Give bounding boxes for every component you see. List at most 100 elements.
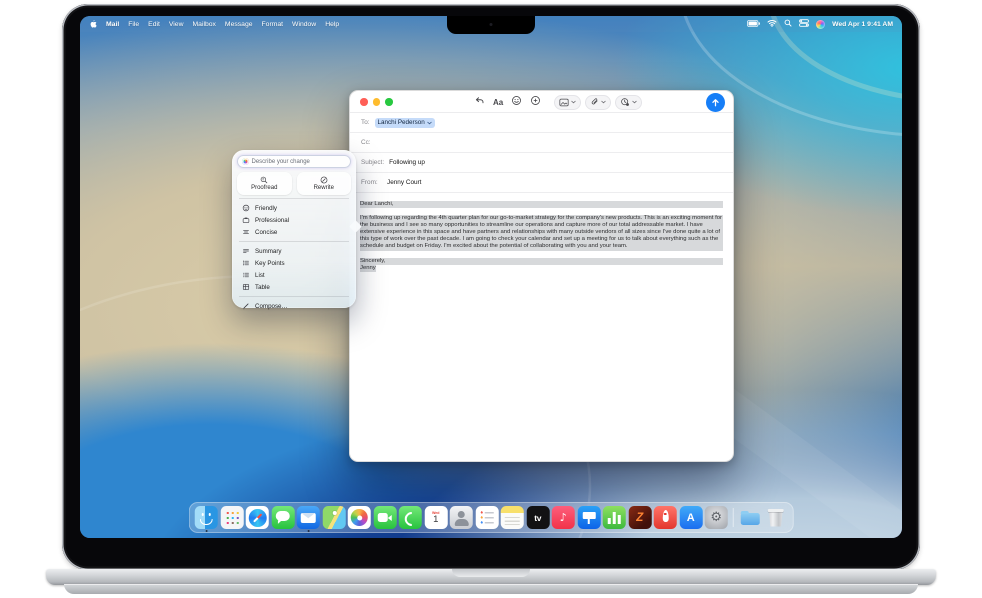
dock-icon-settings[interactable]: ⚙ [705,506,728,529]
menu-item-mail[interactable]: Mail [106,21,119,28]
writing-tools-item-list[interactable]: List [237,269,351,281]
dock-icon-appstore[interactable]: A [679,506,702,529]
running-indicator [307,530,309,532]
dock-icon-calendar[interactable]: Wed1 [424,506,447,529]
attach-file-button[interactable] [585,95,611,110]
cc-label: Cc: [361,139,371,146]
menu-item-message[interactable]: Message [225,21,253,28]
send-later-button[interactable] [615,95,642,110]
zoom-window-button[interactable] [385,98,393,106]
dock-icon-music[interactable]: ♪ [552,506,575,529]
describe-change-input[interactable]: Describe your change [237,155,351,168]
dock-icon-rocket[interactable] [654,506,677,529]
table-icon [242,283,250,291]
compose-toolbar-pills [554,95,642,110]
proofread-button[interactable]: Proofread [237,172,292,195]
writing-tools-item-table[interactable]: Table [237,281,351,293]
writing-tools-buttons: Proofread Rewrite [237,172,351,195]
writing-tools-item-professional[interactable]: Professional [237,214,351,226]
siri-icon[interactable] [816,20,825,29]
dock-icon-notes[interactable] [501,506,524,529]
format-text-button[interactable]: Aa [493,98,503,107]
apple-intelligence-icon[interactable] [530,93,541,111]
dock-icon-photos[interactable] [348,506,371,529]
send-later-icon [620,97,630,107]
cc-field[interactable]: Cc: [350,133,733,153]
rewrite-pencil-icon [320,176,328,184]
undo-icon[interactable] [474,93,485,111]
dock-icon-facetime[interactable] [373,506,396,529]
keypoints-icon [242,259,250,267]
running-indicator [205,530,207,532]
send-button[interactable] [706,93,725,112]
menu-item-format[interactable]: Format [262,21,284,28]
dock-icon-phone[interactable] [399,506,422,529]
paperclip-icon [590,97,599,107]
format-options: SummaryKey PointsListTable [237,245,351,293]
dock-icon-contacts[interactable] [450,506,473,529]
arrow-up-icon [710,97,721,108]
menu-item-help[interactable]: Help [325,21,339,28]
macbook-base-edge [64,584,918,594]
macbook-base [46,569,936,585]
search-icon[interactable] [784,19,792,29]
battery-icon[interactable] [747,20,760,29]
rewrite-button[interactable]: Rewrite [297,172,352,195]
menu-item-window[interactable]: Window [292,21,316,28]
menu-item-mailbox[interactable]: Mailbox [193,21,216,28]
from-field[interactable]: From: Jenny Court [350,173,733,193]
menu-clock[interactable]: Wed Apr 1 9:41 AM [832,21,893,28]
writing-tools-item-compose[interactable]: Compose… [237,300,351,312]
photo-browser-button[interactable] [554,95,581,110]
mail-compose-window: Aa [349,90,734,462]
dock-icon-keynote[interactable] [577,506,600,529]
subject-value: Following up [389,159,425,166]
body-signature: Jenny [360,265,376,272]
menu-item-view[interactable]: View [169,21,184,28]
dock-icon-tv[interactable]: tv [526,506,549,529]
subject-field[interactable]: Subject: Following up [350,153,733,173]
writing-tools-popover: Describe your change Proofread Rewrite F… [232,150,356,308]
compose-titlebar[interactable]: Aa [350,91,733,113]
dock-icon-trash[interactable] [764,506,787,529]
dock-icon-messages[interactable] [271,506,294,529]
from-value: Jenny Court [387,179,421,186]
dock-icon-mail[interactable] [297,506,320,529]
dock-icon-finder[interactable] [195,506,218,529]
minimize-window-button[interactable] [373,98,381,106]
close-window-button[interactable] [360,98,368,106]
menu-status-area: Wed Apr 1 9:41 AM [747,19,893,29]
dock-icon-zapp[interactable]: Z [628,506,651,529]
tone-options: FriendlyProfessionalConcise [237,202,351,238]
wifi-icon[interactable] [767,19,777,29]
dock-icon-safari[interactable] [246,506,269,529]
dock-icon-launchpad[interactable] [220,506,243,529]
apple-menu-icon[interactable] [89,19,97,29]
menu-item-edit[interactable]: Edit [148,21,160,28]
chevron-down-icon [571,100,576,104]
to-field[interactable]: To: Lanchi Pederson [350,113,733,133]
message-body[interactable]: Dear Lanchi, I'm following up regarding … [350,193,733,280]
writing-tools-item-key-points[interactable]: Key Points [237,257,351,269]
list-icon [242,271,250,279]
photo-browser-icon [559,98,569,107]
window-controls [360,98,393,106]
dock-icon-numbers[interactable] [603,506,626,529]
summary-icon [242,247,250,255]
chevron-down-icon [632,100,637,104]
briefcase-icon [242,216,250,224]
body-signature-line: Jenny [360,265,723,272]
writing-tools-item-concise[interactable]: Concise [237,226,351,238]
camera-notch [447,16,535,34]
emoji-icon[interactable] [511,93,522,111]
dock-icon-downloads[interactable] [739,506,762,529]
compose-pencil-icon [242,302,250,310]
menu-items: Mail File Edit View Mailbox Message Format Wind… [106,21,339,28]
writing-tools-item-summary[interactable]: Summary [237,245,351,257]
dock-icon-reminders[interactable] [475,506,498,529]
writing-tools-item-friendly[interactable]: Friendly [237,202,351,214]
menu-item-file[interactable]: File [128,21,139,28]
control-center-icon[interactable] [799,19,809,29]
to-recipient-pill[interactable]: Lanchi Pederson [375,118,435,128]
dock-icon-maps[interactable] [322,506,345,529]
